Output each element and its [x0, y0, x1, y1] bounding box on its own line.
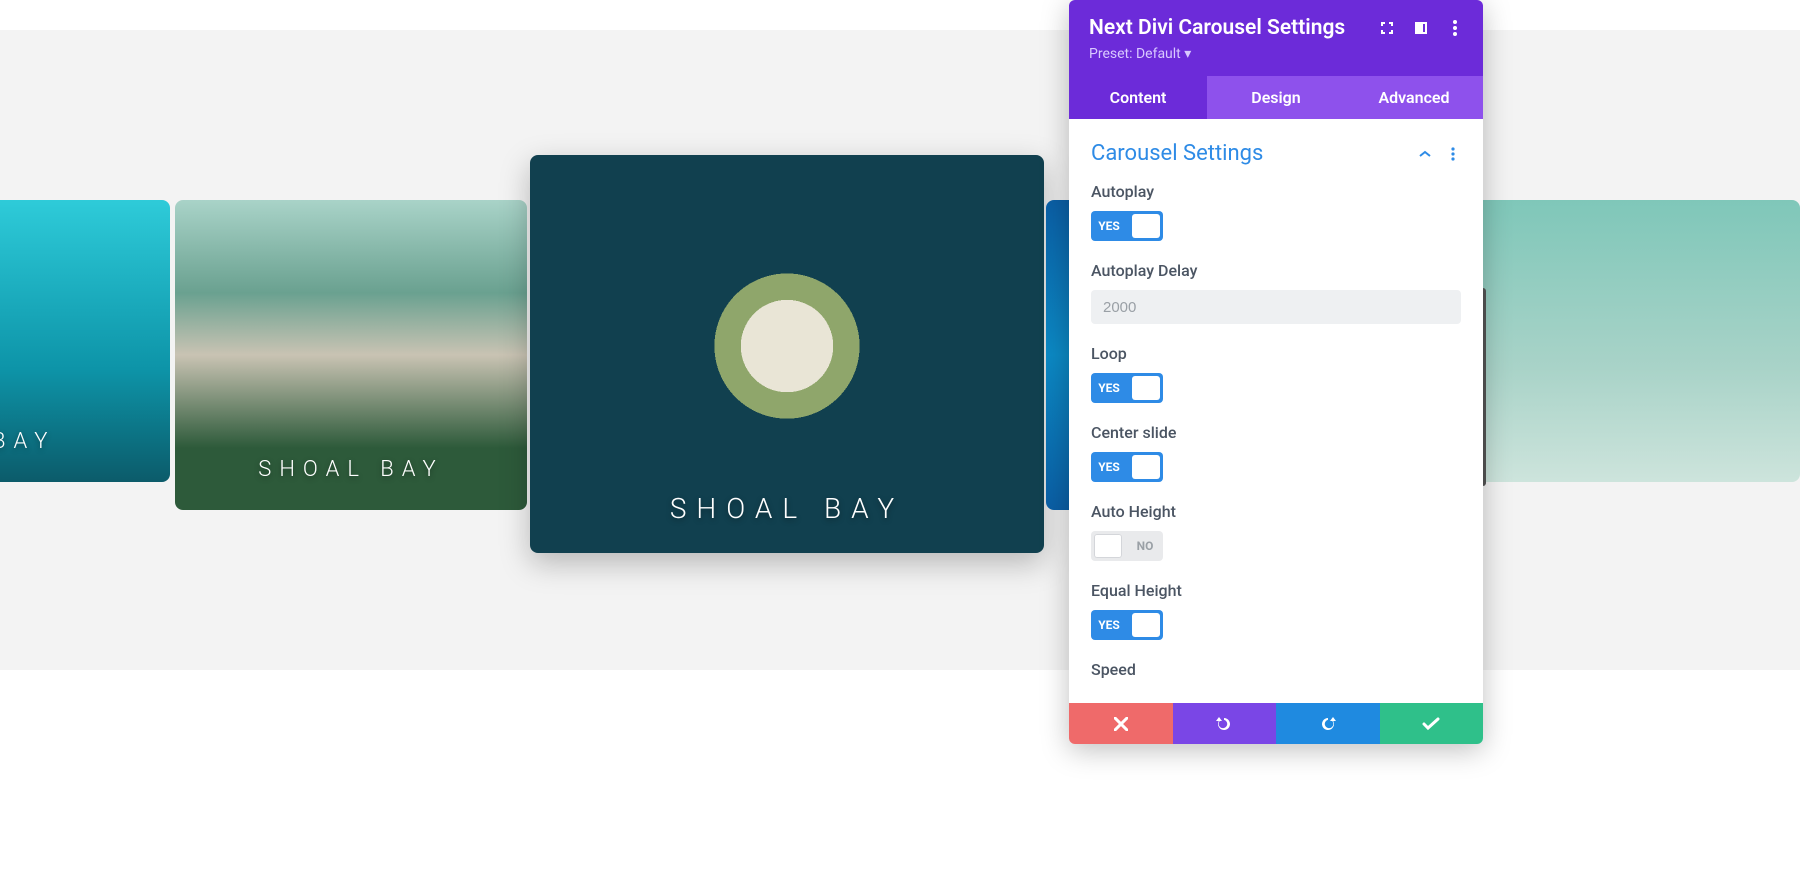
carousel-preview: OAL BAY SHOAL BAY SHOAL BAY SH	[0, 30, 1800, 670]
toggle-center-slide[interactable]: YES	[1091, 452, 1163, 482]
panel-header: Next Divi Carousel Settings Preset: Defa…	[1069, 0, 1483, 76]
panel-footer	[1069, 703, 1483, 744]
slide-caption: OAL BAY	[0, 429, 55, 454]
panel-tabs: Content Design Advanced	[1069, 76, 1483, 119]
preset-dropdown[interactable]: Preset: Default ▾	[1089, 46, 1463, 62]
expand-icon[interactable]	[1379, 20, 1395, 36]
toggle-autoplay[interactable]: YES	[1091, 211, 1163, 241]
panel-title: Next Divi Carousel Settings	[1089, 16, 1345, 40]
tab-advanced[interactable]: Advanced	[1345, 76, 1483, 119]
builder-canvas: OAL BAY SHOAL BAY SHOAL BAY SH	[0, 30, 1800, 670]
dock-right-icon[interactable]	[1413, 20, 1429, 36]
panel-body: Carousel Settings Autoplay YES Autoplay …	[1069, 119, 1483, 703]
carousel-slide-active[interactable]: SHOAL BAY	[530, 155, 1044, 553]
cancel-button[interactable]	[1069, 703, 1173, 744]
slide-caption: SHOAL BAY	[258, 457, 443, 482]
carousel-slide[interactable]: OAL BAY	[0, 200, 170, 482]
toggle-auto-height[interactable]: NO	[1091, 531, 1163, 561]
more-icon[interactable]	[1447, 20, 1463, 36]
label-equal-height: Equal Height	[1091, 581, 1461, 600]
toggle-equal-height[interactable]: YES	[1091, 610, 1163, 640]
carousel-slide[interactable]: SHOAL BAY	[175, 200, 527, 510]
input-autoplay-delay[interactable]	[1091, 290, 1461, 324]
collapse-icon[interactable]	[1417, 146, 1433, 162]
label-loop: Loop	[1091, 344, 1461, 363]
section-title: Carousel Settings	[1091, 141, 1263, 166]
settings-panel: Next Divi Carousel Settings Preset: Defa…	[1069, 0, 1483, 744]
slide-caption: SHOAL BAY	[670, 492, 904, 525]
redo-button[interactable]	[1276, 703, 1380, 744]
section-more-icon[interactable]	[1445, 146, 1461, 162]
label-speed: Speed	[1091, 660, 1461, 679]
label-center-slide: Center slide	[1091, 423, 1461, 442]
undo-button[interactable]	[1173, 703, 1277, 744]
label-autoplay-delay: Autoplay Delay	[1091, 261, 1461, 280]
tab-design[interactable]: Design	[1207, 76, 1345, 119]
tab-content[interactable]: Content	[1069, 76, 1207, 119]
label-autoplay: Autoplay	[1091, 182, 1461, 201]
toggle-loop[interactable]: YES	[1091, 373, 1163, 403]
label-auto-height: Auto Height	[1091, 502, 1461, 521]
save-button[interactable]	[1380, 703, 1484, 744]
